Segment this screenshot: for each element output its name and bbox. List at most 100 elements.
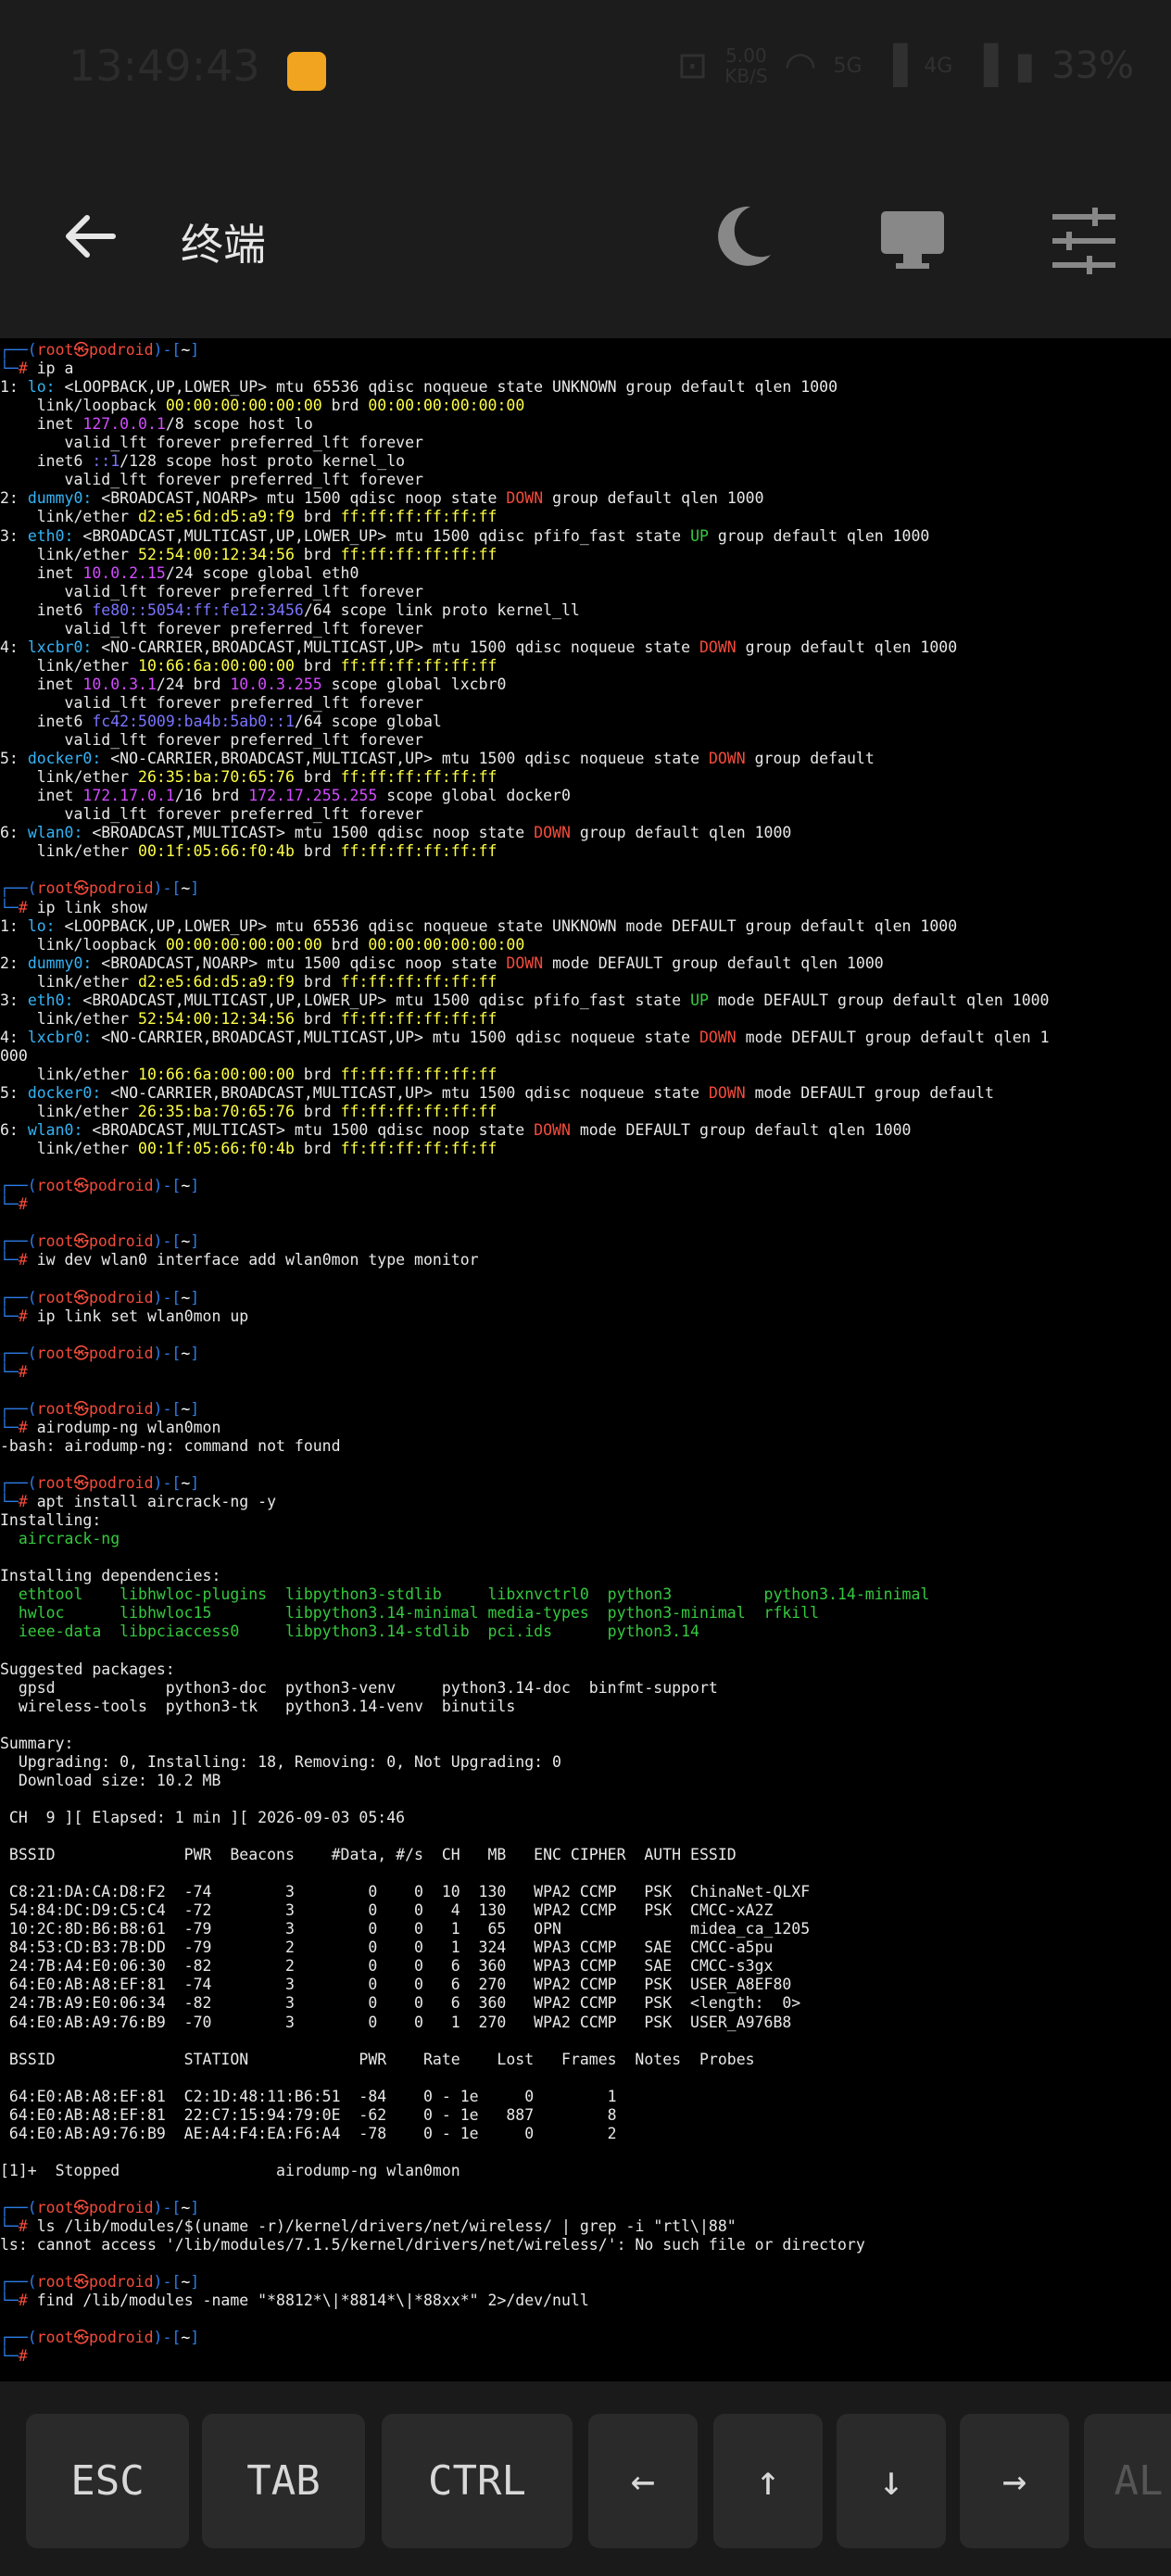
terminal-text: mode DEFAULT group default qlen 1000 (570, 1121, 912, 1140)
terminal-line: ethtool libhwloc-plugins libpython3-stdl… (0, 1585, 929, 1604)
terminal-text: brd (294, 1140, 341, 1158)
terminal-text: # (18, 1362, 28, 1381)
terminal-text: # (18, 2292, 37, 2310)
terminal-text: /16 brd (174, 787, 249, 805)
alt-key[interactable]: AL (1084, 2414, 1171, 2548)
terminal-text: └─ (0, 360, 19, 378)
terminal-line: link/ether 26:35:ba:70:65:76 brd ff:ff:f… (0, 768, 497, 787)
terminal-text: ff:ff:ff:ff:ff:ff (340, 768, 497, 787)
terminal-line: 3: eth0: <BROADCAST,MULTICAST,UP,LOWER_U… (0, 527, 929, 546)
terminal-text: 127.0.0.1 (82, 415, 166, 434)
terminal-line: ┌──(root㉿podroid)-[~] (0, 1345, 199, 1363)
terminal-text: link/ether (0, 768, 139, 787)
arrow-right-key[interactable]: → (960, 2414, 1069, 2548)
terminal-text: 5: (0, 1084, 28, 1102)
terminal-text: ┌──( (0, 1399, 37, 1418)
terminal-text: /24 brd (156, 675, 231, 693)
terminal-text: inet (0, 787, 83, 805)
terminal-text: /8 scope host lo (165, 415, 313, 434)
terminal-line: 5: docker0: <NO-CARRIER,BROADCAST,MULTIC… (0, 750, 875, 768)
terminal-text: 52:54:00:12:34:56 (138, 545, 295, 563)
terminal-text: d2:e5:6d:d5:a9:f9 (138, 508, 295, 526)
terminal-text: 5: (0, 750, 28, 768)
terminal-text: brd (321, 935, 369, 953)
terminal-text: )-[ (153, 1288, 182, 1307)
terminal-text: └─ (0, 1251, 19, 1269)
arrow-down-key[interactable]: ↓ (837, 2414, 946, 2548)
terminal-text: docker0: (27, 1084, 102, 1102)
terminal-text: lo: (27, 916, 56, 935)
terminal-line: valid_lft forever preferred_lft forever (0, 471, 423, 489)
terminal-text: DOWN (699, 638, 737, 656)
terminal-text: apt install aircrack-ng -y (36, 1493, 277, 1511)
signal-5g-label: 5G (833, 54, 863, 78)
status-icons: ⊡ 5.00 KB/S ◠ 5G ▐ 4G ▐ ▮ 33% (677, 44, 1134, 87)
terminal-text: 4: (0, 1028, 28, 1046)
terminal-line: link/ether 10:66:6a:00:00:00 brd ff:ff:f… (0, 1066, 497, 1084)
terminal-text: ┌──( (0, 2329, 37, 2347)
terminal-text: DOWN (708, 750, 746, 768)
arrow-left-key[interactable]: ← (588, 2414, 698, 2548)
terminal-text: 1: (0, 916, 28, 935)
terminal-text: └─ (0, 2347, 19, 2366)
terminal-text: [1]+ Stopped airodump-ng wlan0mon (0, 2161, 460, 2179)
terminal-text: ┌──( (0, 1288, 37, 1307)
terminal-line: link/ether 10:66:6a:00:00:00 brd ff:ff:f… (0, 657, 497, 676)
terminal-text: root㉿podroid (36, 1344, 154, 1362)
terminal-text: link/ether (0, 656, 139, 675)
terminal-text: scope global docker0 (377, 787, 571, 805)
terminal-text: ~ (181, 2329, 191, 2347)
terminal-text: 64:E0:AB:A9:76:B9 -70 3 0 0 1 270 WPA2 C… (0, 2013, 792, 2031)
tune-icon[interactable] (1047, 204, 1121, 278)
terminal-text: 1: (0, 378, 28, 397)
terminal-text: DOWN (699, 1028, 737, 1046)
terminal-line: link/ether 00:1f:05:66:f0:4b brd ff:ff:f… (0, 1140, 497, 1158)
terminal-text: )-[ (153, 1344, 182, 1362)
terminal-text: ] (190, 1399, 200, 1418)
back-arrow-icon[interactable] (57, 204, 122, 269)
terminal-text: ┌──( (0, 1232, 37, 1251)
terminal-text: ff:ff:ff:ff:ff:ff (340, 842, 497, 861)
terminal-text: # (18, 1251, 37, 1269)
terminal-text: ip link show (36, 898, 147, 916)
terminal-text: -bash: airodump-ng: command not found (0, 1436, 341, 1455)
ctrl-key[interactable]: CTRL (382, 2414, 573, 2548)
terminal-line: link/ether 52:54:00:12:34:56 brd ff:ff:f… (0, 546, 497, 564)
terminal-text: 3: (0, 526, 28, 545)
terminal-text: 4: (0, 638, 28, 656)
terminal-text: 64:E0:AB:A9:76:B9 AE:A4:F4:EA:F6:A4 -78 … (0, 2124, 617, 2142)
terminal-text: DOWN (708, 1084, 746, 1102)
terminal-text: 00:00:00:00:00:00 (368, 397, 525, 415)
tab-key[interactable]: TAB (202, 2414, 365, 2548)
moon-icon[interactable] (704, 199, 778, 273)
terminal-text: link/ether (0, 1140, 139, 1158)
terminal-line: CH 9 ][ Elapsed: 1 min ][ 2026-09-03 05:… (0, 1809, 405, 1827)
terminal-text: )-[ (153, 341, 182, 359)
terminal-line: aircrack-ng (0, 1530, 120, 1548)
terminal-text: ┌──( (0, 2273, 37, 2292)
terminal-text: └─ (0, 2217, 19, 2236)
terminal-text: gpsd python3-doc python3-venv python3.14… (0, 1678, 718, 1697)
terminal-text: 2: (0, 953, 28, 972)
monitor-icon[interactable] (875, 204, 950, 278)
terminal-text: <NO-CARRIER,BROADCAST,MULTICAST,UP> mtu … (92, 638, 699, 656)
terminal-text: └─ (0, 1195, 19, 1214)
terminal-text: 10:2C:8D:B6:B8:61 -79 3 0 0 1 65 OPN mid… (0, 1920, 811, 1938)
terminal-text: lxcbr0: (27, 1028, 93, 1046)
cell-signal-icon-2: ▐ (969, 44, 999, 87)
terminal-text: # (18, 898, 37, 916)
terminal-line: Upgrading: 0, Installing: 18, Removing: … (0, 1753, 561, 1772)
terminal-line: 4: lxcbr0: <NO-CARRIER,BROADCAST,MULTICA… (0, 1029, 1050, 1047)
terminal-output[interactable]: ┌──(root㉿podroid)-[~] └─# ip a 1: lo: <LOO… (0, 341, 1171, 2380)
terminal-text: <BROADCAST,NOARP> mtu 1500 qdisc noop st… (92, 953, 507, 972)
terminal-line: ┌──(root㉿podroid)-[~] (0, 2199, 199, 2217)
arrow-up-key[interactable]: ↑ (713, 2414, 823, 2548)
terminal-text: /128 scope host proto kernel_lo (120, 452, 406, 471)
terminal-text: <BROADCAST,MULTICAST,UP,LOWER_UP> mtu 15… (73, 526, 691, 545)
terminal-text: Summary: (0, 1734, 74, 1752)
terminal-line: -bash: airodump-ng: command not found (0, 1437, 341, 1456)
terminal-text: dummy0: (27, 489, 93, 508)
esc-key[interactable]: ESC (26, 2414, 189, 2548)
terminal-line: inet 10.0.3.1/24 brd 10.0.3.255 scope gl… (0, 675, 507, 694)
terminal-text: group default qlen 1000 (570, 824, 792, 842)
